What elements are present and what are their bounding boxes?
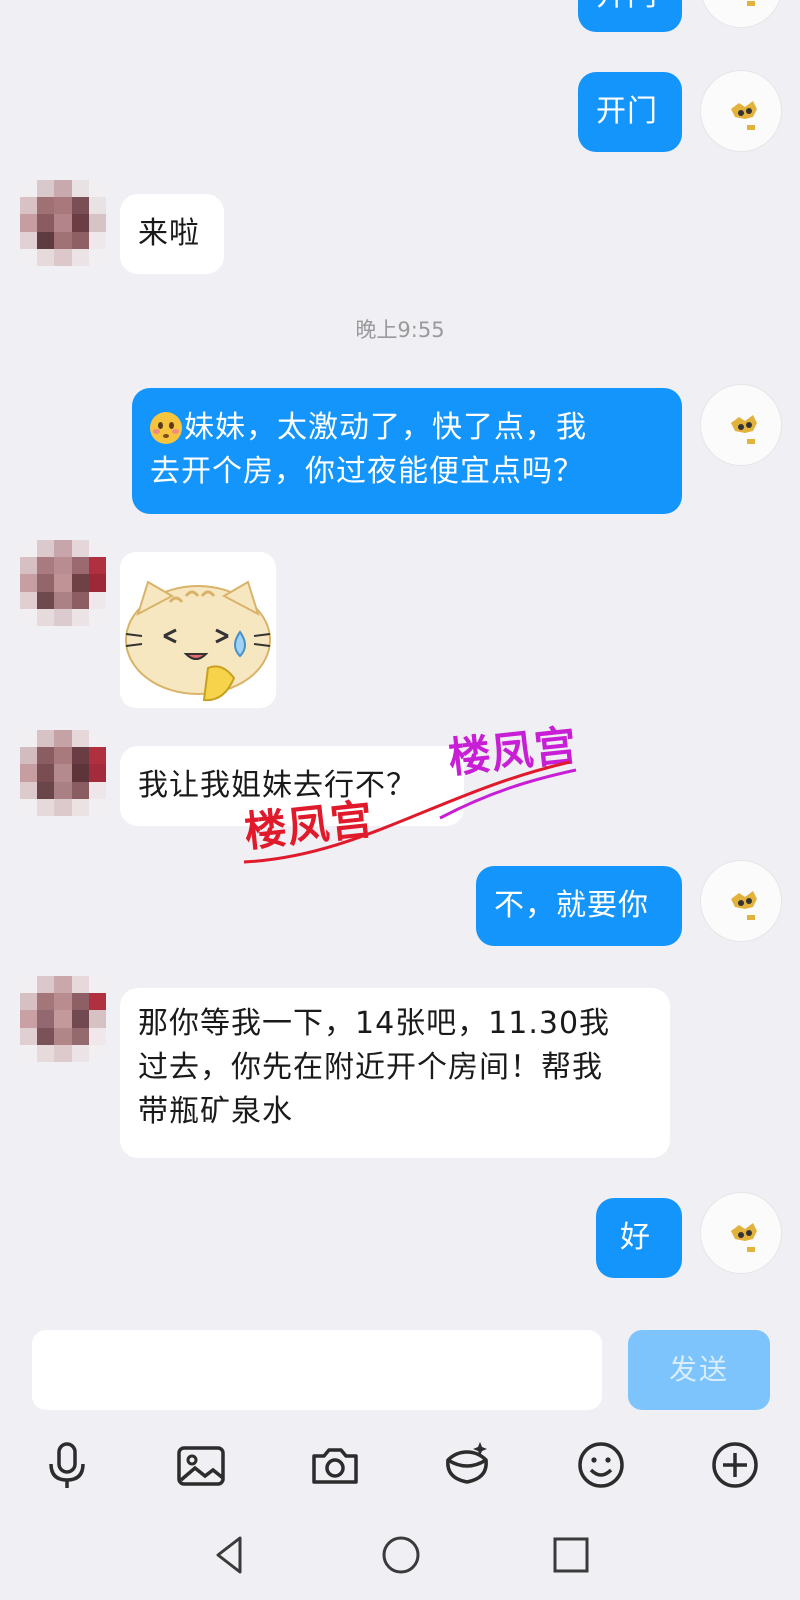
image-icon[interactable] (174, 1438, 228, 1492)
message-text-line: 过去，你先在附近开个房间！帮我 (138, 1050, 603, 1085)
system-nav-bar (0, 1510, 800, 1600)
message-text-line: 妹妹，太激动了，快了点，我 (150, 406, 682, 450)
message-text-line: 那你等我一下，14张吧，11.30我 (138, 1006, 611, 1041)
back-icon[interactable] (208, 1532, 254, 1578)
camera-icon[interactable] (308, 1438, 362, 1492)
send-button[interactable]: 发送 (628, 1330, 770, 1410)
emoji-icon[interactable] (574, 1438, 628, 1492)
my-avatar[interactable] (700, 0, 782, 28)
message-bubble-partial[interactable]: 开门 (578, 0, 682, 32)
message-input[interactable] (32, 1330, 602, 1410)
my-avatar[interactable] (700, 860, 782, 942)
message-input-bar: 发送 (0, 1318, 800, 1418)
flushed-face-emoji-icon (150, 412, 182, 444)
message-bubble-me[interactable]: 好 (596, 1198, 682, 1278)
timestamp: 晚上9:55 (355, 318, 445, 342)
contact-avatar-pixelated[interactable] (20, 730, 106, 816)
chat-toolbar (0, 1420, 800, 1510)
red-packet-icon[interactable] (440, 1438, 494, 1492)
contact-avatar-pixelated[interactable] (20, 180, 106, 266)
home-icon[interactable] (378, 1532, 424, 1578)
message-bubble-her[interactable]: 那你等我一下，14张吧，11.30我 过去，你先在附近开个房间！帮我 带瓶矿泉水 (120, 988, 670, 1158)
message-text: 开门 (596, 94, 658, 129)
watermark-underline (243, 760, 577, 864)
message-text-line: 去开个房，你过夜能便宜点吗？ (150, 454, 584, 489)
microphone-icon[interactable] (40, 1438, 94, 1492)
message-text: 开门 (596, 0, 658, 13)
my-avatar[interactable] (700, 384, 782, 466)
plus-icon[interactable] (708, 1438, 762, 1492)
contact-avatar-pixelated[interactable] (20, 540, 106, 626)
message-text: 好 (620, 1220, 651, 1255)
message-bubble-me[interactable]: 开门 (578, 72, 682, 152)
message-bubble-her[interactable]: 来啦 (120, 194, 224, 274)
message-bubble-me[interactable]: 不，就要你 (476, 866, 682, 946)
message-text-line: 带瓶矿泉水 (138, 1094, 293, 1129)
message-bubble-me[interactable]: 妹妹，太激动了，快了点，我 去开个房，你过夜能便宜点吗？ (132, 388, 682, 514)
chat-screen: 开门 开门 来啦 晚上9:55 (0, 0, 800, 1600)
contact-avatar-pixelated[interactable] (20, 976, 106, 1062)
message-text: 不，就要你 (494, 888, 649, 923)
crying-cat-sticker-icon[interactable] (120, 552, 276, 708)
my-avatar[interactable] (700, 1192, 782, 1274)
message-text: 来啦 (138, 216, 200, 251)
my-avatar[interactable] (700, 70, 782, 152)
recents-icon[interactable] (548, 1532, 594, 1578)
